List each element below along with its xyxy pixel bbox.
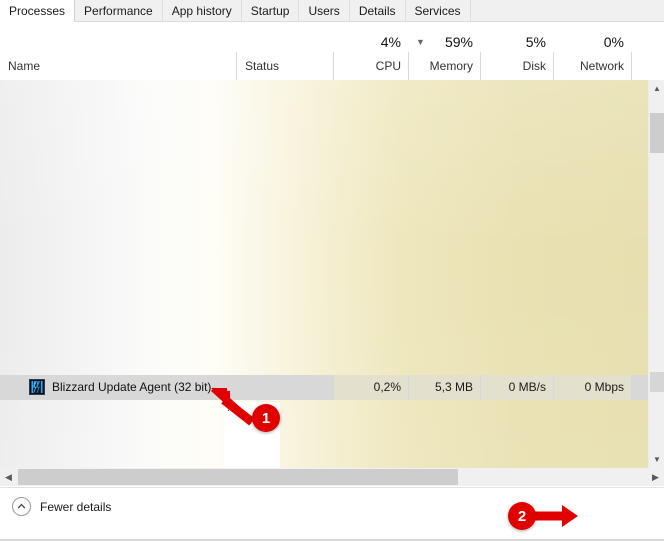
column-header-name[interactable]: Name [0,22,236,80]
process-disk-value: 0 MB/s [508,380,546,394]
annotation-badge-1: 1 [252,404,280,432]
tab-processes[interactable]: Processes [0,0,76,22]
tab-label: Services [414,3,461,18]
column-header-label: Disk [522,59,546,73]
sort-chevron-down-icon: ▼ [416,37,425,47]
list-background-gradient [0,80,648,468]
chevron-up-circle-icon [12,497,31,516]
scroll-down-icon[interactable]: ▼ [649,451,664,468]
scroll-right-icon[interactable]: ▶ [647,468,664,486]
tab-label: Processes [9,3,66,18]
column-header-label: Status [245,59,280,73]
table-row[interactable]: Blizzard Update Agent (32 bit) 0,2% 5,3 … [0,375,648,400]
process-cpu-value: 0,2% [373,380,401,394]
tab-label: Details [358,3,396,18]
process-memory-value: 5,3 MB [434,380,473,394]
column-header-value: 5% [525,34,546,50]
column-header-label: Network [579,59,624,73]
column-divider[interactable] [631,52,632,80]
column-header-label: CPU [375,59,401,73]
horizontal-scrollbar[interactable]: ◀ ▶ [0,468,664,486]
column-header-label: Name [8,59,41,73]
tab-users[interactable]: Users [299,0,350,21]
tab-startup[interactable]: Startup [241,0,300,21]
column-header-row: Name Status 4% CPU ▼ 59% Memory 5% Disk … [0,22,664,80]
tab-label: Startup [250,3,290,18]
process-list[interactable]: Blizzard Update Agent (32 bit) 0,2% 5,3 … [0,80,648,468]
tab-details[interactable]: Details [349,0,406,21]
tab-label: App history [171,3,232,18]
artifact-dots: .. [227,402,236,414]
horizontal-scrollbar-thumb[interactable] [18,469,458,485]
vertical-scrollbar-thumb-secondary[interactable] [650,372,664,392]
scroll-left-icon[interactable]: ◀ [0,468,17,486]
column-header-status[interactable]: Status [237,22,333,80]
blizzard-logo-icon [29,379,45,395]
tab-services[interactable]: Services [405,0,471,21]
vertical-scrollbar-thumb[interactable] [650,113,664,153]
footer-bar: Fewer details End task [0,487,664,541]
tab-app-history[interactable]: App history [162,0,242,21]
column-header-value: 4% [380,34,401,50]
column-header-value: 59% [444,34,473,50]
column-header-cpu[interactable]: 4% CPU [334,22,408,80]
column-header-memory[interactable]: ▼ 59% Memory [409,22,480,80]
task-manager-window: Processes Performance App history Startu… [0,0,664,541]
tab-bar: Processes Performance App history Startu… [0,0,664,22]
annotation-badge-2: 2 [508,502,536,530]
tab-label: Users [308,3,340,18]
fewer-details-label: Fewer details [40,499,112,514]
tab-label: Performance [84,3,153,18]
column-header-disk[interactable]: 5% Disk [481,22,553,80]
vertical-scrollbar[interactable]: ▲ ▼ [648,80,664,468]
column-header-value: 0% [603,34,624,50]
process-name: Blizzard Update Agent (32 bit) [52,380,212,394]
column-header-network[interactable]: 0% Network [554,22,631,80]
tab-performance[interactable]: Performance [75,0,163,21]
scroll-up-icon[interactable]: ▲ [649,80,664,97]
process-network-value: 0 Mbps [584,380,624,394]
column-header-label: Memory [429,59,473,73]
fewer-details-button[interactable]: Fewer details [12,497,111,516]
